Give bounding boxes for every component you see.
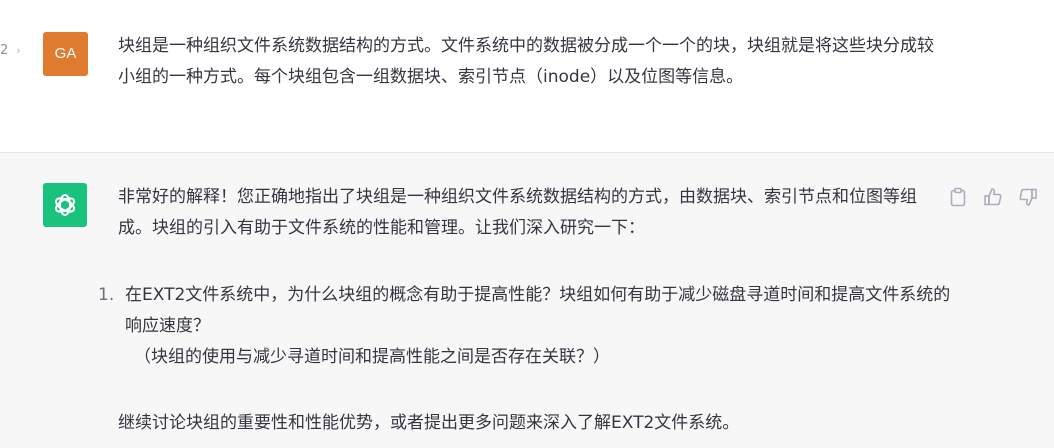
list-item-number: 1.	[98, 285, 115, 305]
openai-logo-icon	[54, 194, 76, 216]
user-message-text: 块组是一种组织文件系统数据结构的方式。文件系统中的数据被分成一个一个的块，块组就…	[118, 36, 934, 87]
clipboard-icon[interactable]	[948, 187, 968, 207]
thumbs-up-icon[interactable]	[983, 187, 1003, 207]
list-item-text: 在EXT2文件系统中，为什么块组的概念有助于提高性能？块组如何有助于减少磁盘寻道…	[125, 285, 951, 336]
user-avatar: GA	[43, 32, 88, 76]
message-pager[interactable]: 2 ›	[0, 43, 21, 58]
list-item-subtext: （块组的使用与减少寻道时间和提高性能之间是否存在关联？）	[134, 347, 610, 367]
assistant-intro-text: 非常好的解释！您正确地指出了块组是一种组织文件系统数据结构的方式，由数据块、索引…	[118, 187, 917, 238]
chevron-right-icon[interactable]: ›	[16, 44, 20, 57]
thumbs-down-icon[interactable]	[1018, 187, 1038, 207]
assistant-message-block: 非常好的解释！您正确地指出了块组是一种组织文件系统数据结构的方式，由数据块、索引…	[0, 153, 1054, 448]
pager-label: 2	[0, 43, 9, 58]
assistant-closing-text: 继续讨论块组的重要性和性能优势，或者提出更多问题来深入了解EXT2文件系统。	[118, 413, 740, 433]
user-message-block: 2 › GA 块组是一种组织文件系统数据结构的方式。文件系统中的数据被分成一个一个…	[0, 0, 1054, 153]
message-actions	[948, 187, 1038, 207]
assistant-avatar	[43, 183, 87, 227]
